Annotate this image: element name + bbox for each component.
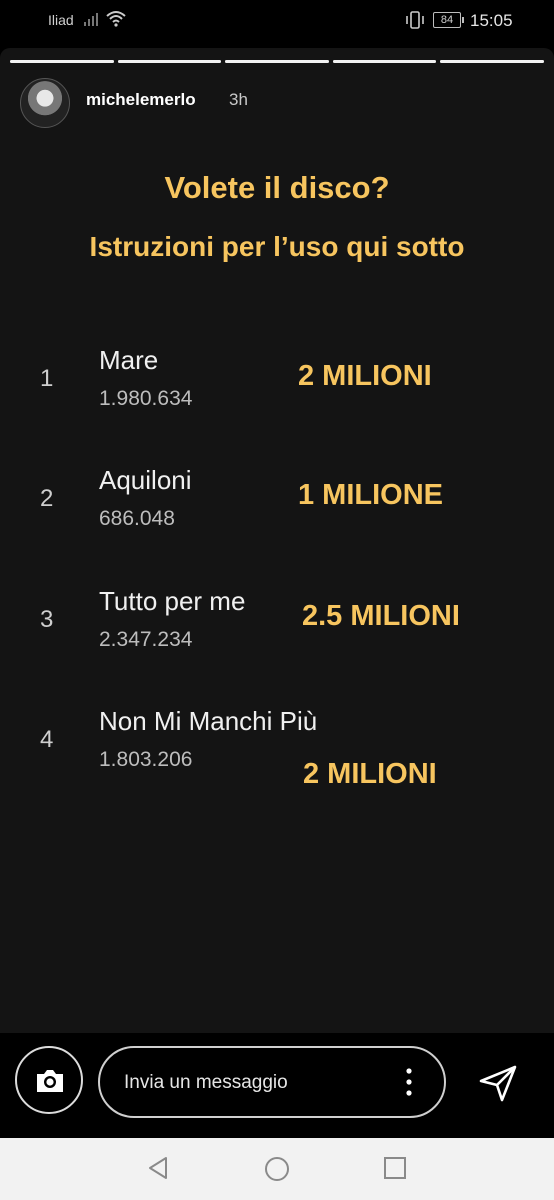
- track-annotation: 2 MILIONI: [303, 758, 437, 790]
- track-row: 4 Non Mi Manchi Più 1.803.206 2 MILIONI: [0, 706, 554, 796]
- story-progress-fill: [332, 60, 437, 63]
- story-progress-segment: [117, 60, 222, 63]
- story-username[interactable]: michelemerlo: [86, 90, 196, 110]
- vibrate-icon: [406, 11, 424, 29]
- track-annotation: 2 MILIONI: [298, 360, 432, 392]
- story-headline: Volete il disco?: [164, 170, 390, 205]
- story-progress-fill: [117, 60, 222, 63]
- track-title: Non Mi Manchi Più: [99, 706, 318, 736]
- message-input[interactable]: [122, 1048, 386, 1118]
- reply-bar: [0, 1033, 554, 1138]
- story-subheadline: Istruzioni per l’uso qui sotto: [89, 231, 465, 262]
- story-progress-fill: [10, 60, 114, 63]
- camera-button[interactable]: [15, 1046, 83, 1114]
- signal-icon: [84, 13, 98, 26]
- nav-back-icon[interactable]: [146, 1156, 170, 1180]
- track-title: Aquiloni: [99, 465, 192, 495]
- send-icon[interactable]: [478, 1063, 518, 1103]
- track-row: 1 Mare 1.980.634 2 MILIONI: [0, 345, 554, 435]
- more-vertical-icon[interactable]: [406, 1068, 412, 1096]
- story-progress-fill: [225, 60, 329, 63]
- story-progress-segment: [225, 60, 329, 63]
- track-play-count: 1.980.634: [99, 387, 193, 410]
- avatar[interactable]: [20, 78, 70, 128]
- story-viewer[interactable]: michelemerlo 3h Volete il disco? Istruzi…: [0, 48, 554, 1033]
- story-progress-segment: [440, 60, 544, 63]
- track-title: Tutto per me: [99, 586, 246, 616]
- track-play-count: 686.048: [99, 507, 175, 530]
- nav-home-icon[interactable]: [264, 1156, 290, 1182]
- battery-indicator: 84: [433, 12, 464, 28]
- track-number: 2: [40, 485, 54, 512]
- story-progress-fill: [440, 60, 544, 63]
- carrier-label: Iliad: [48, 12, 74, 28]
- story-progress-bar: [10, 60, 544, 63]
- track-annotation: 2.5 MILIONI: [302, 600, 460, 632]
- nav-recents-icon[interactable]: [383, 1156, 407, 1180]
- track-row: 2 Aquiloni 686.048 1 MILIONE: [0, 465, 554, 555]
- message-field[interactable]: [98, 1046, 446, 1118]
- clock: 15:05: [470, 11, 513, 30]
- track-row: 3 Tutto per me 2.347.234 2.5 MILIONI: [0, 586, 554, 676]
- track-title: Mare: [99, 345, 159, 375]
- wifi-icon: [106, 11, 126, 27]
- track-number: 4: [40, 726, 54, 753]
- story-timestamp: 3h: [229, 90, 248, 109]
- track-number: 3: [40, 606, 54, 633]
- system-nav-bar: [0, 1138, 554, 1200]
- track-number: 1: [40, 365, 54, 392]
- camera-icon: [37, 1070, 63, 1092]
- story-progress-segment: [10, 60, 114, 63]
- status-bar: Iliad 84 15:05: [0, 0, 554, 44]
- track-annotation: 1 MILIONE: [298, 479, 444, 511]
- story-progress-segment: [332, 60, 437, 63]
- track-play-count: 2.347.234: [99, 628, 193, 651]
- track-play-count: 1.803.206: [99, 748, 193, 771]
